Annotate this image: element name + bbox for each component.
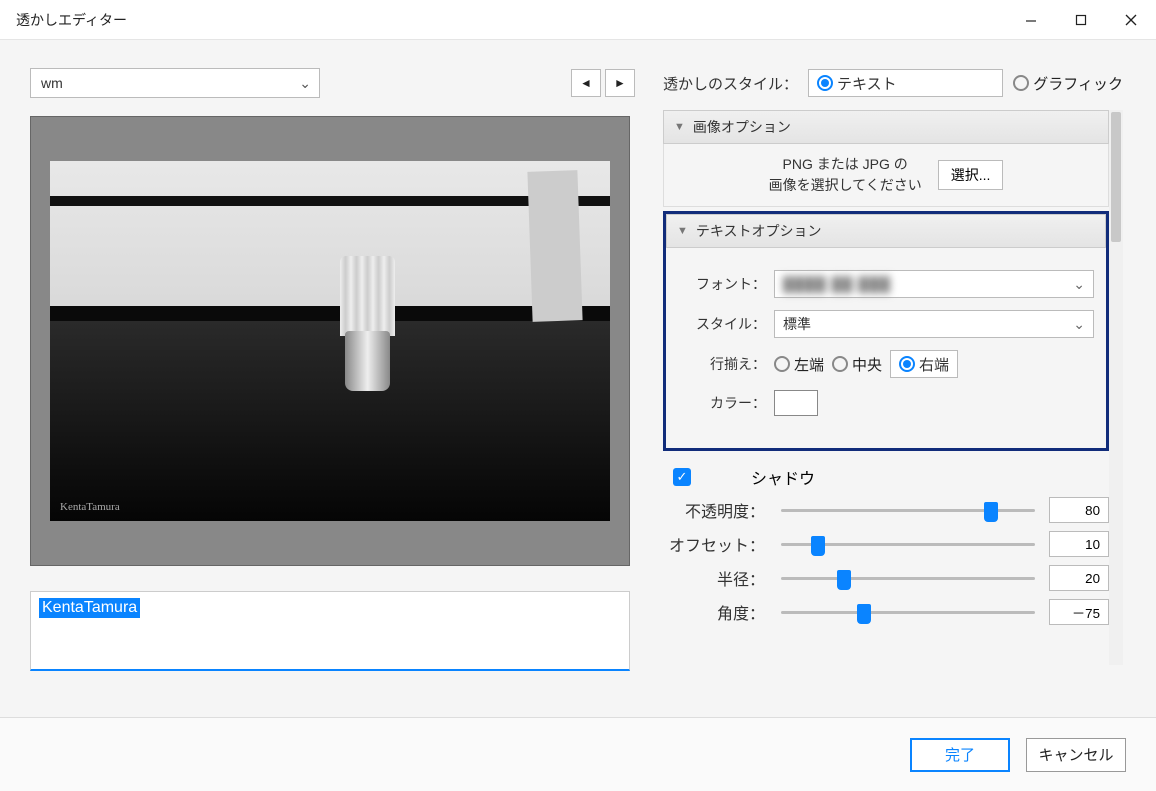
title-bar: 透かしエディター xyxy=(0,0,1156,40)
style-radio-graphic[interactable]: グラフィック xyxy=(1013,73,1123,94)
style-row: 透かしのスタイル： テキスト グラフィック xyxy=(663,68,1123,98)
prev-button[interactable]: ◄ xyxy=(571,69,601,97)
watermark-text-value: KentaTamura xyxy=(39,598,140,618)
font-label: フォント： xyxy=(678,274,774,294)
image-hint: PNG または JPG の 画像を選択してください xyxy=(769,154,922,196)
chevron-down-icon: ⌄ xyxy=(1073,276,1085,293)
angle-label: 角度： xyxy=(663,600,775,624)
opacity-label: 不透明度： xyxy=(663,498,775,522)
offset-slider[interactable] xyxy=(775,543,1041,546)
radius-slider[interactable] xyxy=(775,577,1041,580)
watermark-preview: KentaTamura xyxy=(60,501,120,513)
text-options-highlight: ▼ テキストオプション フォント： ████ ██ ███ ⌄ スタイル： xyxy=(663,211,1109,451)
cancel-button[interactable]: キャンセル xyxy=(1026,738,1126,772)
preset-value: wm xyxy=(41,75,63,91)
choose-image-button[interactable]: 選択... xyxy=(938,160,1004,190)
next-button[interactable]: ► xyxy=(605,69,635,97)
align-label: 行揃え： xyxy=(678,354,774,374)
align-radio-center[interactable]: 中央 xyxy=(832,350,882,378)
window-title: 透かしエディター xyxy=(16,10,127,30)
style-label: 透かしのスタイル： xyxy=(663,73,798,94)
color-label: カラー： xyxy=(678,393,774,413)
chevron-down-icon: ⌄ xyxy=(1073,316,1085,333)
align-radio-left[interactable]: 左端 xyxy=(774,350,824,378)
offset-label: オフセット： xyxy=(663,532,775,556)
angle-value[interactable] xyxy=(1049,599,1109,625)
radius-value[interactable] xyxy=(1049,565,1109,591)
align-radio-right[interactable]: 右端 xyxy=(890,350,958,378)
opacity-value[interactable] xyxy=(1049,497,1109,523)
color-swatch[interactable] xyxy=(774,390,818,416)
section-image-options[interactable]: ▼ 画像オプション xyxy=(663,110,1109,144)
offset-value[interactable] xyxy=(1049,531,1109,557)
preview-image: KentaTamura xyxy=(50,161,610,521)
fontstyle-select[interactable]: 標準 ⌄ xyxy=(774,310,1094,338)
watermark-text-input[interactable]: KentaTamura xyxy=(30,591,630,671)
section-text-options[interactable]: ▼ テキストオプション xyxy=(666,214,1106,248)
opacity-slider[interactable] xyxy=(775,509,1041,512)
dialog-footer: 完了 キャンセル xyxy=(0,717,1156,791)
fontstyle-label: スタイル： xyxy=(678,314,774,334)
shadow-checkbox[interactable]: ✓ xyxy=(673,468,691,486)
font-select[interactable]: ████ ██ ███ ⌄ xyxy=(774,270,1094,298)
shadow-label: シャドウ xyxy=(751,465,815,489)
radius-label: 半径： xyxy=(663,566,775,590)
close-button[interactable] xyxy=(1106,0,1156,40)
disclosure-triangle-icon: ▼ xyxy=(674,121,685,133)
maximize-button[interactable] xyxy=(1056,0,1106,40)
vertical-scrollbar[interactable] xyxy=(1109,110,1123,665)
chevron-down-icon: ⌄ xyxy=(299,75,311,92)
style-radio-text[interactable]: テキスト xyxy=(808,69,1003,97)
done-button[interactable]: 完了 xyxy=(910,738,1010,772)
preview-frame: KentaTamura xyxy=(30,116,630,566)
preset-select[interactable]: wm ⌄ xyxy=(30,68,320,98)
minimize-button[interactable] xyxy=(1006,0,1056,40)
angle-slider[interactable] xyxy=(775,611,1041,614)
disclosure-triangle-icon: ▼ xyxy=(677,225,688,237)
